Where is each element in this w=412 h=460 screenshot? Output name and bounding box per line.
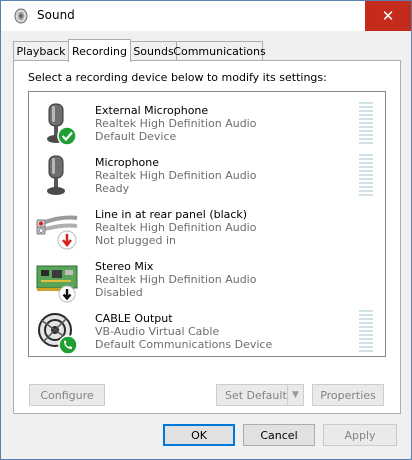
device-name: Stereo Mix [95, 260, 154, 273]
sound-dialog: Sound ✕ Playback Recording Sounds Commun… [0, 0, 412, 460]
green-phone-badge-icon [58, 335, 78, 355]
red-down-arrow-badge-icon [57, 230, 77, 250]
device-status: Default Communications Device [95, 338, 273, 351]
device-driver: Realtek High Definition Audio [95, 273, 257, 286]
microphone-icon [47, 103, 77, 146]
device-status: Disabled [95, 286, 143, 299]
device-driver: Realtek High Definition Audio [95, 169, 257, 182]
device-driver: VB-Audio Virtual Cable [95, 325, 220, 338]
close-button[interactable]: ✕ [365, 1, 411, 31]
tab-communications[interactable]: Communications [173, 41, 266, 61]
device-name: CABLE Output [95, 312, 173, 325]
black-down-arrow-badge-icon [58, 285, 76, 303]
device-name: External Microphone [95, 104, 209, 117]
configure-button[interactable]: Configure [29, 384, 105, 406]
tab-recording[interactable]: Recording [68, 39, 131, 62]
green-check-badge-icon [57, 126, 77, 146]
microphone-icon [47, 155, 65, 195]
window-title: Sound [37, 8, 75, 22]
cancel-button[interactable]: Cancel [243, 424, 315, 446]
device-status: Default Device [95, 130, 177, 143]
apply-button[interactable]: Apply [323, 424, 397, 446]
circuit-board-icon [36, 265, 78, 303]
recording-panel: Select a recording device below to modif… [13, 60, 401, 414]
title-bar[interactable]: Sound ✕ [1, 1, 411, 31]
device-status: Not plugged in [95, 234, 177, 247]
properties-button[interactable]: Properties [312, 384, 384, 406]
rca-cable-icon [36, 215, 78, 250]
close-icon: ✕ [381, 7, 395, 25]
level-meter [359, 102, 373, 146]
chevron-down-icon[interactable]: ▼ [287, 385, 303, 405]
device-item[interactable]: Stereo Mix Realtek High Definition Audio… [29, 254, 385, 306]
device-name: Line in at rear panel (black) [95, 208, 248, 221]
device-item[interactable]: Line in at rear panel (black) Realtek Hi… [29, 202, 385, 254]
set-default-button[interactable]: Set Default ▼ [216, 384, 304, 406]
speaker-icon [14, 8, 28, 24]
cable-reel-icon [38, 313, 78, 355]
device-item[interactable]: External Microphone Realtek High Definit… [29, 98, 385, 150]
device-list[interactable]: External Microphone Realtek High Definit… [28, 91, 386, 357]
tab-sounds[interactable]: Sounds [130, 41, 177, 61]
device-name: Microphone [95, 156, 160, 169]
level-meter [359, 154, 373, 198]
ok-button[interactable]: OK [163, 424, 235, 446]
level-meter [359, 310, 373, 354]
device-item[interactable]: CABLE Output VB-Audio Virtual Cable Defa… [29, 306, 385, 356]
tab-playback[interactable]: Playback [13, 41, 69, 61]
device-driver: Realtek High Definition Audio [95, 117, 257, 130]
device-item[interactable]: Microphone Realtek High Definition Audio… [29, 150, 385, 202]
device-driver: Realtek High Definition Audio [95, 221, 257, 234]
device-status: Ready [95, 182, 130, 195]
instruction-text: Select a recording device below to modif… [28, 71, 327, 84]
